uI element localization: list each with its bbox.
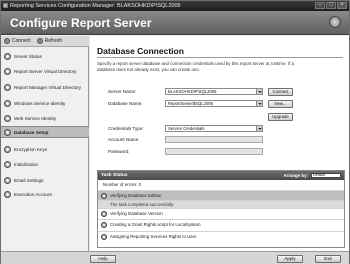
help-button[interactable]: Help <box>90 255 116 263</box>
app-icon <box>3 3 8 8</box>
task-row-label: Verifying Database Version <box>110 211 163 216</box>
sidebar-item-database-setup[interactable]: Database Setup <box>1 126 89 138</box>
server-name-field[interactable]: BLAKSOHKD\P\SQL2005 <box>165 88 263 95</box>
sidebar-item-label: Encryption Keys <box>14 146 48 152</box>
check-icon <box>101 192 107 199</box>
toolbar: Connect Refresh <box>1 36 89 47</box>
sidebar-item-label: Web Service Identity <box>14 115 57 121</box>
upgrade-button[interactable]: Upgrade <box>268 113 293 121</box>
task-row[interactable]: Verifying Database Edition <box>98 190 344 200</box>
app-header: Configure Report Server <box>1 11 349 35</box>
server-status-icon <box>4 52 11 60</box>
status-icon <box>4 190 11 198</box>
maximize-icon[interactable]: □ <box>326 2 336 9</box>
status-icon <box>4 128 11 136</box>
task-row-label: Creating a Grant Rights script for Local… <box>110 222 201 227</box>
sidebar-item-initialization[interactable]: Initialization <box>1 158 89 170</box>
sidebar-item-execution-account[interactable]: Execution Account <box>1 188 89 200</box>
refresh-toolbar-label: Refresh <box>44 38 63 44</box>
status-icon <box>4 160 11 168</box>
password-field[interactable] <box>165 148 263 155</box>
chevron-down-icon[interactable] <box>256 89 262 94</box>
sidebar-item-label: Email Settings <box>14 177 44 183</box>
app-window: Reporting Services Configuration Manager… <box>0 0 350 264</box>
window-title: Reporting Services Configuration Manager… <box>10 3 181 9</box>
status-icon <box>4 176 11 184</box>
refresh-icon <box>36 38 43 44</box>
sidebar-item-web-service-identity[interactable]: Web Service Identity <box>1 112 89 124</box>
server-name-label: Server Name: <box>108 89 137 94</box>
error-count: Number of errors: 0 <box>103 182 142 187</box>
database-name-field[interactable]: ReportServer$SQL2005 <box>165 100 263 107</box>
sidebar-item-email-settings[interactable]: Email Settings <box>1 174 89 186</box>
database-name-label: Database Name: <box>108 101 143 106</box>
sidebar-item-windows-service-identity[interactable]: Windows Service Identity <box>1 97 89 109</box>
refresh-toolbar-button[interactable]: Refresh <box>36 38 63 44</box>
arrange-by-label: Arrange by: <box>283 173 308 178</box>
apply-button[interactable]: Apply <box>277 255 303 263</box>
task-row[interactable]: Verifying Database Version <box>98 208 344 218</box>
status-icon <box>4 99 11 107</box>
task-row-detail: The task completed successfully. <box>98 200 344 208</box>
task-row-label: Assigning Reporting Services Rights to U… <box>110 234 197 239</box>
account-name-field[interactable] <box>165 136 263 143</box>
database-name-value: ReportServer$SQL2005 <box>168 101 213 106</box>
chevron-down-icon[interactable] <box>256 101 262 106</box>
sidebar-item-label: Report Server Virtual Directory <box>14 68 77 74</box>
chevron-down-icon[interactable] <box>256 126 262 131</box>
password-label: Password: <box>108 149 130 154</box>
sidebar-item-encryption-keys[interactable]: Encryption Keys <box>1 143 89 155</box>
sidebar: Server Status Report Server Virtual Dire… <box>1 47 89 251</box>
section-description: Specify a report server database and con… <box>97 61 294 72</box>
arrange-by-value: Default <box>313 173 326 177</box>
task-status-panel: Task Status Arrange by: Default Number o… <box>97 170 345 248</box>
title-bar: Reporting Services Configuration Manager… <box>1 1 349 11</box>
check-icon <box>101 221 107 228</box>
sidebar-item-label: Windows Service Identity <box>14 100 66 106</box>
section-title: Database Connection <box>97 46 184 56</box>
check-icon <box>101 210 107 217</box>
task-row-label: Verifying Database Edition <box>110 193 162 198</box>
connect-toolbar-button[interactable]: Connect <box>4 38 31 44</box>
status-icon <box>4 83 11 91</box>
arrange-by-select[interactable]: Default <box>311 173 341 178</box>
account-name-label: Account Name: <box>108 137 140 142</box>
footer-bar: Help Apply Exit <box>1 251 349 264</box>
main-panel: Database Connection Specify a report ser… <box>90 36 349 251</box>
check-icon <box>101 233 107 240</box>
sidebar-item-server-status[interactable]: Server Status <box>1 50 89 62</box>
logo-icon <box>329 16 341 28</box>
status-icon <box>4 114 11 122</box>
sidebar-item-label: Server Status <box>14 53 42 59</box>
sidebar-item-label: Execution Account <box>14 191 52 197</box>
task-row-detail-label: The task completed successfully. <box>110 202 175 207</box>
connect-button[interactable]: Connect <box>268 88 293 96</box>
window-controls: – □ × <box>315 2 347 9</box>
exit-button[interactable]: Exit <box>315 255 341 263</box>
credentials-type-select[interactable]: Service Credentials <box>165 125 263 132</box>
credentials-type-label: Credentials Type: <box>108 126 144 131</box>
server-name-value: BLAKSOHKD\P\SQL2005 <box>168 89 217 94</box>
page-title: Configure Report Server <box>10 16 152 30</box>
connect-toolbar-label: Connect <box>12 38 31 44</box>
credentials-type-value: Service Credentials <box>168 126 205 131</box>
sidebar-item-report-manager-virtual-directory[interactable]: Report Manager Virtual Directory <box>1 81 89 93</box>
status-icon <box>4 145 11 153</box>
status-icon <box>4 67 11 75</box>
sidebar-item-label: Initialization <box>14 161 39 167</box>
task-status-title: Task Status <box>101 173 128 178</box>
close-icon[interactable]: × <box>337 2 347 9</box>
sidebar-item-label: Database Setup <box>14 129 49 135</box>
task-row[interactable]: Assigning Reporting Services Rights to U… <box>98 231 344 241</box>
sidebar-item-report-server-virtual-directory[interactable]: Report Server Virtual Directory <box>1 65 89 77</box>
new-database-button[interactable]: New... <box>268 100 293 108</box>
task-row[interactable]: Creating a Grant Rights script for Local… <box>98 219 344 229</box>
title-divider <box>97 57 343 58</box>
sidebar-item-label: Report Manager Virtual Directory <box>14 84 82 90</box>
connect-icon <box>4 38 10 44</box>
minimize-icon[interactable]: – <box>315 2 325 9</box>
